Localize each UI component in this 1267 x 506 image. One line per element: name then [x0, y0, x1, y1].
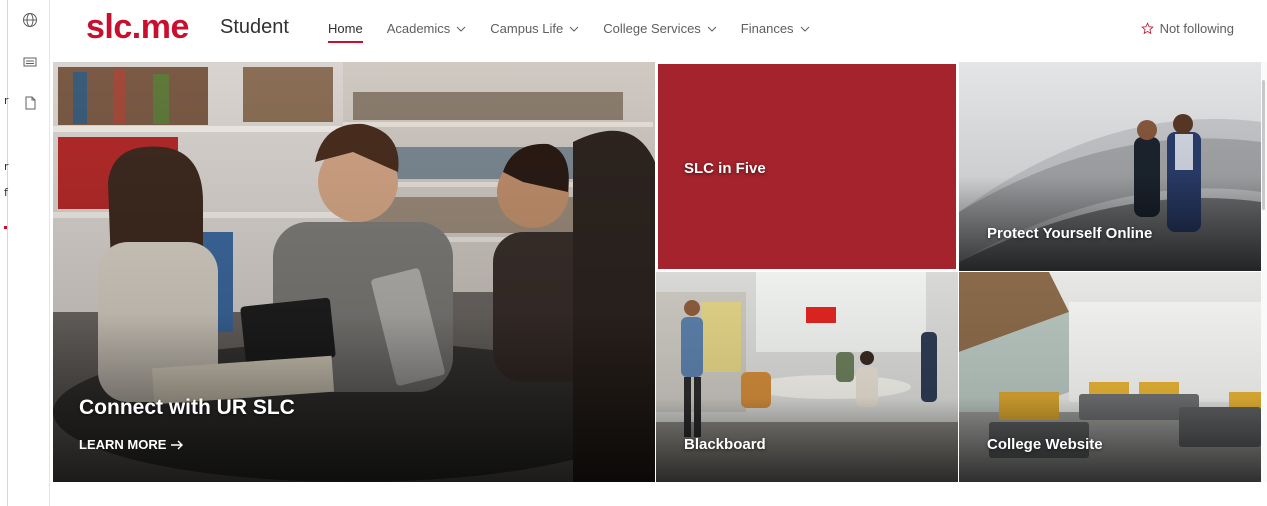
tile-college-website[interactable]: College Website: [959, 272, 1261, 482]
active-nav-underline: [328, 41, 363, 43]
nav-item-college-services[interactable]: College Services: [603, 21, 717, 36]
nav-item-academics[interactable]: Academics: [387, 21, 467, 36]
news-icon[interactable]: [22, 54, 38, 70]
site-header: slc.me Student Home Academics Campus Lif…: [50, 0, 1267, 62]
follow-button[interactable]: Not following: [1140, 21, 1234, 36]
chevron-down-icon: [456, 26, 466, 32]
star-outline-icon: [1140, 22, 1154, 35]
tile-slc-in-five[interactable]: SLC in Five: [656, 62, 958, 271]
tile-title: College Website: [987, 436, 1103, 453]
nav-label: Academics: [386, 21, 451, 36]
page: r r f slc.me Student Home Academics Camp…: [0, 0, 1267, 506]
rail-edge-mark: r: [4, 94, 9, 107]
chevron-down-icon: [800, 26, 809, 32]
chevron-down-icon: [707, 26, 717, 32]
nav-item-campus-life[interactable]: Campus Life: [490, 21, 579, 36]
tile-title: Protect Yourself Online: [987, 225, 1153, 242]
chevron-down-icon: [569, 26, 579, 32]
hero-main-title: Connect with UR SLC: [79, 396, 295, 419]
page-icon[interactable]: [22, 95, 38, 111]
learn-more-label: LEARN MORE: [79, 437, 167, 452]
content-area-below-hero: [50, 482, 1267, 506]
nav-item-finances[interactable]: Finances: [741, 21, 810, 36]
tile-protect-yourself-online[interactable]: Protect Yourself Online: [959, 62, 1261, 271]
site-title[interactable]: Student: [220, 16, 289, 39]
rail-red-dot: [4, 226, 7, 229]
tile-blackboard[interactable]: Blackboard: [656, 272, 958, 482]
follow-label: Not following: [1159, 21, 1234, 36]
top-nav: Home Academics Campus Life College Servi…: [328, 21, 810, 43]
nav-label: Home: [328, 21, 363, 36]
nav-item-home[interactable]: Home: [328, 21, 363, 43]
learn-more-link[interactable]: LEARN MORE: [79, 437, 184, 452]
globe-icon[interactable]: [22, 12, 38, 28]
nav-label: College Services: [603, 21, 701, 36]
tile-title: SLC in Five: [684, 160, 766, 177]
arrow-right-icon: [171, 440, 184, 449]
left-rail: r r f: [0, 0, 50, 506]
hero-main-tile[interactable]: Connect with UR SLC LEARN MORE: [53, 62, 655, 482]
rail-divider: [7, 0, 8, 506]
rail-edge-mark: f: [4, 186, 8, 199]
nav-label: Finances: [740, 21, 794, 36]
site-logo[interactable]: slc.me: [86, 8, 189, 47]
nav-label: Campus Life: [490, 21, 564, 36]
hero-web-part: Connect with UR SLC LEARN MORE SLC in Fi…: [53, 62, 1261, 482]
tile-title: Blackboard: [684, 436, 766, 453]
rail-edge-mark: r: [4, 160, 9, 173]
scrollbar-thumb[interactable]: [1262, 80, 1265, 210]
